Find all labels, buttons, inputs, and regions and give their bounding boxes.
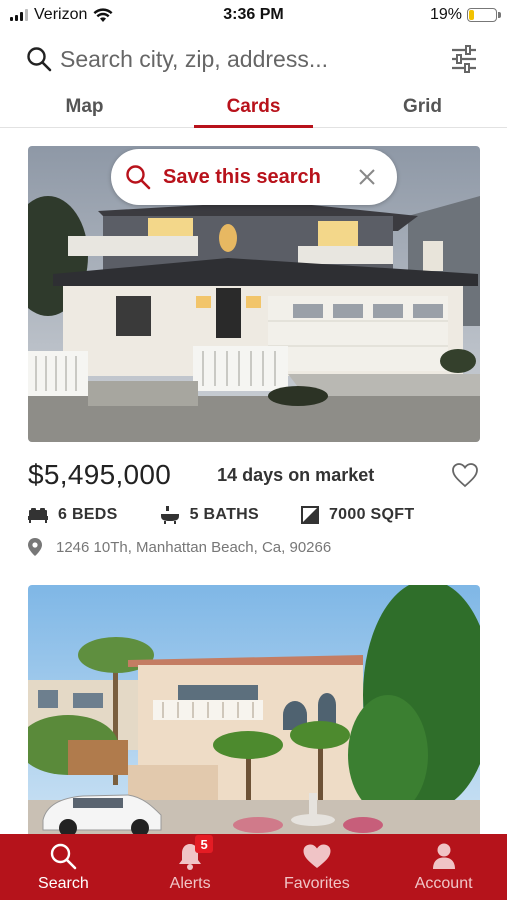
search-icon — [126, 165, 151, 190]
battery-percent: 19% — [429, 6, 462, 23]
tab-cards[interactable]: Cards — [169, 86, 338, 128]
nav-search[interactable]: Search — [0, 834, 127, 900]
nav-account[interactable]: Account — [380, 834, 507, 900]
days-on-market: 14 days on market — [217, 464, 375, 485]
battery-icon — [467, 8, 501, 22]
listing-photo[interactable]: Save this search — [28, 146, 480, 442]
price-row: $5,495,000 14 days on market — [28, 458, 480, 492]
nav-favorites[interactable]: Favorites — [254, 834, 381, 900]
favorite-button[interactable] — [450, 460, 480, 490]
listing-facts: 6 BEDS 5 BATHS 7000 SQFT — [28, 506, 480, 524]
bed-icon — [28, 508, 48, 523]
heart-icon — [303, 844, 331, 868]
bottom-nav: Search 5 Alerts Favorites Account — [0, 834, 507, 900]
wifi-icon — [93, 8, 113, 22]
sqft-fact: 7000 SQFT — [300, 506, 415, 524]
tab-map[interactable]: Map — [0, 86, 169, 127]
area-icon — [300, 506, 319, 524]
status-right: 19% — [429, 6, 501, 24]
heart-outline-icon — [452, 463, 478, 488]
baths-label: 5 BATHS — [189, 506, 259, 523]
bathtub-icon — [160, 506, 179, 524]
status-bar: Verizon 3:36 PM 19% — [0, 0, 507, 30]
listing-card[interactable]: Save this search $5,495,000 14 days on m… — [28, 146, 480, 556]
tab-grid[interactable]: Grid — [338, 86, 507, 127]
search-input[interactable] — [60, 45, 447, 73]
beds-fact: 6 BEDS — [28, 506, 118, 524]
address-row: 1246 10Th, Manhattan Beach, Ca, 90266 — [28, 538, 480, 556]
status-left: Verizon — [10, 6, 113, 24]
save-search-label: Save this search — [163, 165, 321, 188]
nav-favorites-icon-wrap — [302, 841, 332, 871]
listing-card[interactable] — [28, 585, 480, 834]
signal-strength-icon — [10, 9, 28, 21]
nav-alerts-label: Alerts — [169, 875, 211, 892]
battery-fill — [469, 10, 474, 20]
nav-account-icon-wrap — [429, 841, 459, 871]
listing-price: $5,495,000 — [28, 459, 172, 490]
listing-photo[interactable] — [28, 585, 480, 834]
view-tabs: Map Cards Grid — [0, 86, 507, 128]
nav-search-label: Search — [38, 875, 89, 892]
nav-account-label: Account — [414, 875, 473, 892]
save-search-pill[interactable]: Save this search — [111, 149, 397, 205]
nav-alerts[interactable]: 5 Alerts — [127, 834, 254, 900]
beds-label: 6 BEDS — [58, 506, 118, 523]
search-icon — [27, 47, 52, 72]
alerts-badge: 5 — [195, 835, 214, 853]
nav-favorites-label: Favorites — [283, 875, 350, 892]
baths-fact: 5 BATHS — [160, 506, 259, 524]
nav-search-icon-wrap — [48, 841, 78, 871]
carrier-name: Verizon — [34, 6, 88, 23]
sqft-label: 7000 SQFT — [328, 506, 415, 523]
location-pin-icon — [28, 538, 42, 556]
search-bar — [0, 36, 507, 82]
filter-button[interactable] — [447, 42, 481, 76]
house-photo-image — [28, 585, 480, 834]
sliders-icon — [452, 45, 476, 73]
listing-address: 1246 10Th, Manhattan Beach, Ca, 90266 — [56, 538, 332, 556]
close-save-search-button[interactable] — [355, 165, 379, 189]
person-icon — [432, 843, 455, 869]
search-icon — [51, 843, 77, 870]
close-icon — [359, 169, 375, 185]
nav-alerts-icon-wrap: 5 — [175, 835, 214, 871]
